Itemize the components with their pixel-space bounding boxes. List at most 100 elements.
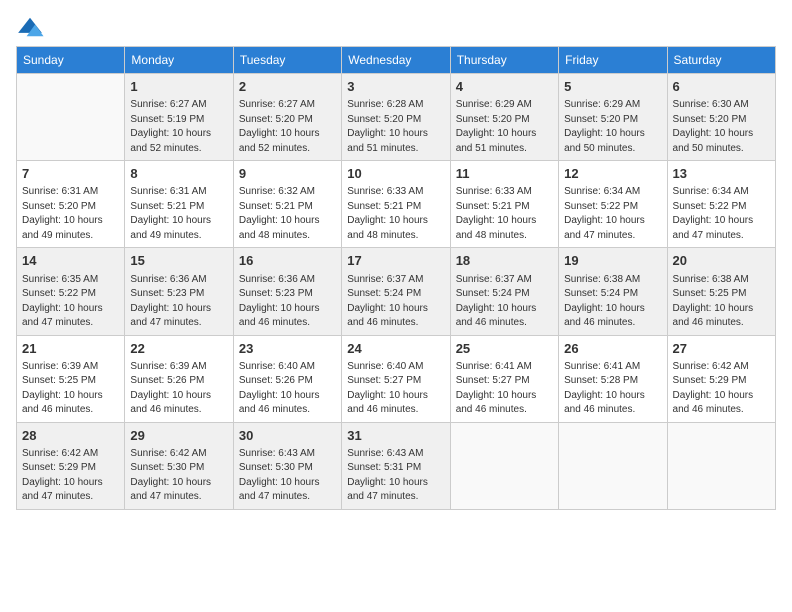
- calendar-cell: 13Sunrise: 6:34 AM Sunset: 5:22 PM Dayli…: [667, 161, 775, 248]
- logo: [16, 16, 48, 38]
- day-info: Sunrise: 6:31 AM Sunset: 5:21 PM Dayligh…: [130, 185, 227, 243]
- calendar-header-tuesday: Tuesday: [233, 47, 341, 74]
- calendar-cell: 14 Sunrise: 6:35 AM Sunset: 5:22 PM Dayli…: [17, 248, 125, 335]
- calendar-header-row: SundayMondayTuesdayWednesdayThursdayFrid…: [17, 47, 776, 74]
- day-info: Sunrise: 6:42 AM Sunset: 5:29 PM Dayligh…: [22, 447, 119, 505]
- calendar-cell: 27 Sunrise: 6:42 AM Sunset: 5:29 PM Dayli…: [667, 335, 775, 422]
- day-info: Sunrise: 6:31 AM Sunset: 5:20 PM Dayligh…: [22, 185, 119, 243]
- page-header: [16, 16, 776, 38]
- calendar-week-row: 21 Sunrise: 6:39 AM Sunset: 5:25 PM Dayli…: [17, 335, 776, 422]
- day-number: 16: [239, 252, 336, 270]
- day-number: 8: [130, 165, 227, 183]
- logo-icon: [16, 16, 44, 38]
- calendar-cell: 22 Sunrise: 6:39 AM Sunset: 5:26 PM Dayli…: [125, 335, 233, 422]
- day-number: 19: [564, 252, 661, 270]
- day-info: Sunrise: 6:29 AM Sunset: 5:20 PM Dayligh…: [456, 98, 553, 156]
- calendar-cell: 7 Sunrise: 6:31 AM Sunset: 5:20 PM Daylig…: [17, 161, 125, 248]
- day-number: 1: [130, 78, 227, 96]
- calendar-cell: 4 Sunrise: 6:29 AM Sunset: 5:20 PM Daylig…: [450, 74, 558, 161]
- day-number: 4: [456, 78, 553, 96]
- day-number: 28: [22, 427, 119, 445]
- calendar-cell: 2Sunrise: 6:27 AM Sunset: 5:20 PM Daylig…: [233, 74, 341, 161]
- calendar-header-saturday: Saturday: [667, 47, 775, 74]
- calendar-cell: 15 Sunrise: 6:36 AM Sunset: 5:23 PM Dayli…: [125, 248, 233, 335]
- day-info: Sunrise: 6:33 AM Sunset: 5:21 PM Dayligh…: [456, 185, 553, 243]
- calendar-cell: 21 Sunrise: 6:39 AM Sunset: 5:25 PM Dayli…: [17, 335, 125, 422]
- day-number: 14: [22, 252, 119, 270]
- day-info: Sunrise: 6:39 AM Sunset: 5:26 PM Dayligh…: [130, 360, 227, 418]
- day-info: Sunrise: 6:38 AM Sunset: 5:24 PM Dayligh…: [564, 273, 661, 331]
- day-info: Sunrise: 6:28 AM Sunset: 5:20 PM Dayligh…: [347, 98, 444, 156]
- day-info: Sunrise: 6:39 AM Sunset: 5:25 PM Dayligh…: [22, 360, 119, 418]
- calendar-cell: 19 Sunrise: 6:38 AM Sunset: 5:24 PM Dayli…: [559, 248, 667, 335]
- day-info: Sunrise: 6:36 AM Sunset: 5:23 PM Dayligh…: [239, 273, 336, 331]
- calendar-week-row: 28 Sunrise: 6:42 AM Sunset: 5:29 PM Dayli…: [17, 422, 776, 509]
- day-info: Sunrise: 6:40 AM Sunset: 5:27 PM Dayligh…: [347, 360, 444, 418]
- day-info: Sunrise: 6:41 AM Sunset: 5:28 PM Dayligh…: [564, 360, 661, 418]
- day-number: 24: [347, 340, 444, 358]
- day-info: Sunrise: 6:36 AM Sunset: 5:23 PM Dayligh…: [130, 273, 227, 331]
- calendar-header-monday: Monday: [125, 47, 233, 74]
- calendar-cell: 25Sunrise: 6:41 AM Sunset: 5:27 PM Dayli…: [450, 335, 558, 422]
- day-info: Sunrise: 6:34 AM Sunset: 5:22 PM Dayligh…: [564, 185, 661, 243]
- day-info: Sunrise: 6:40 AM Sunset: 5:26 PM Dayligh…: [239, 360, 336, 418]
- day-info: Sunrise: 6:30 AM Sunset: 5:20 PM Dayligh…: [673, 98, 770, 156]
- calendar-cell: 26 Sunrise: 6:41 AM Sunset: 5:28 PM Dayli…: [559, 335, 667, 422]
- day-info: Sunrise: 6:42 AM Sunset: 5:29 PM Dayligh…: [673, 360, 770, 418]
- day-number: 11: [456, 165, 553, 183]
- day-number: 15: [130, 252, 227, 270]
- day-number: 18: [456, 252, 553, 270]
- calendar-cell: 6 Sunrise: 6:30 AM Sunset: 5:20 PM Daylig…: [667, 74, 775, 161]
- day-info: Sunrise: 6:38 AM Sunset: 5:25 PM Dayligh…: [673, 273, 770, 331]
- day-info: Sunrise: 6:32 AM Sunset: 5:21 PM Dayligh…: [239, 185, 336, 243]
- calendar-cell: 18 Sunrise: 6:37 AM Sunset: 5:24 PM Dayli…: [450, 248, 558, 335]
- calendar-week-row: 1Sunrise: 6:27 AM Sunset: 5:19 PM Daylig…: [17, 74, 776, 161]
- calendar-cell: 23 Sunrise: 6:40 AM Sunset: 5:26 PM Dayli…: [233, 335, 341, 422]
- calendar-cell: [667, 422, 775, 509]
- calendar-cell: 20Sunrise: 6:38 AM Sunset: 5:25 PM Dayli…: [667, 248, 775, 335]
- day-number: 29: [130, 427, 227, 445]
- day-number: 21: [22, 340, 119, 358]
- day-info: Sunrise: 6:43 AM Sunset: 5:30 PM Dayligh…: [239, 447, 336, 505]
- day-number: 31: [347, 427, 444, 445]
- day-number: 13: [673, 165, 770, 183]
- day-number: 10: [347, 165, 444, 183]
- day-info: Sunrise: 6:33 AM Sunset: 5:21 PM Dayligh…: [347, 185, 444, 243]
- day-number: 30: [239, 427, 336, 445]
- calendar-cell: 9 Sunrise: 6:32 AM Sunset: 5:21 PM Daylig…: [233, 161, 341, 248]
- day-number: 6: [673, 78, 770, 96]
- day-info: Sunrise: 6:27 AM Sunset: 5:20 PM Dayligh…: [239, 98, 336, 156]
- day-number: 25: [456, 340, 553, 358]
- calendar-cell: 16 Sunrise: 6:36 AM Sunset: 5:23 PM Dayli…: [233, 248, 341, 335]
- calendar: SundayMondayTuesdayWednesdayThursdayFrid…: [16, 46, 776, 510]
- day-info: Sunrise: 6:37 AM Sunset: 5:24 PM Dayligh…: [347, 273, 444, 331]
- calendar-header-sunday: Sunday: [17, 47, 125, 74]
- day-number: 7: [22, 165, 119, 183]
- calendar-cell: 17Sunrise: 6:37 AM Sunset: 5:24 PM Dayli…: [342, 248, 450, 335]
- day-number: 26: [564, 340, 661, 358]
- calendar-cell: 11 Sunrise: 6:33 AM Sunset: 5:21 PM Dayli…: [450, 161, 558, 248]
- calendar-cell: 8 Sunrise: 6:31 AM Sunset: 5:21 PM Daylig…: [125, 161, 233, 248]
- calendar-cell: 29Sunrise: 6:42 AM Sunset: 5:30 PM Dayli…: [125, 422, 233, 509]
- day-number: 22: [130, 340, 227, 358]
- calendar-header-wednesday: Wednesday: [342, 47, 450, 74]
- calendar-cell: [450, 422, 558, 509]
- calendar-cell: [559, 422, 667, 509]
- day-info: Sunrise: 6:35 AM Sunset: 5:22 PM Dayligh…: [22, 273, 119, 331]
- day-info: Sunrise: 6:37 AM Sunset: 5:24 PM Dayligh…: [456, 273, 553, 331]
- calendar-cell: 28 Sunrise: 6:42 AM Sunset: 5:29 PM Dayli…: [17, 422, 125, 509]
- calendar-cell: 31 Sunrise: 6:43 AM Sunset: 5:31 PM Dayli…: [342, 422, 450, 509]
- calendar-cell: 12Sunrise: 6:34 AM Sunset: 5:22 PM Dayli…: [559, 161, 667, 248]
- day-number: 27: [673, 340, 770, 358]
- day-number: 3: [347, 78, 444, 96]
- day-info: Sunrise: 6:29 AM Sunset: 5:20 PM Dayligh…: [564, 98, 661, 156]
- calendar-cell: [17, 74, 125, 161]
- calendar-cell: 24 Sunrise: 6:40 AM Sunset: 5:27 PM Dayli…: [342, 335, 450, 422]
- calendar-cell: 10 Sunrise: 6:33 AM Sunset: 5:21 PM Dayli…: [342, 161, 450, 248]
- day-info: Sunrise: 6:43 AM Sunset: 5:31 PM Dayligh…: [347, 447, 444, 505]
- calendar-header-friday: Friday: [559, 47, 667, 74]
- calendar-week-row: 14 Sunrise: 6:35 AM Sunset: 5:22 PM Dayli…: [17, 248, 776, 335]
- day-number: 9: [239, 165, 336, 183]
- day-number: 5: [564, 78, 661, 96]
- day-number: 23: [239, 340, 336, 358]
